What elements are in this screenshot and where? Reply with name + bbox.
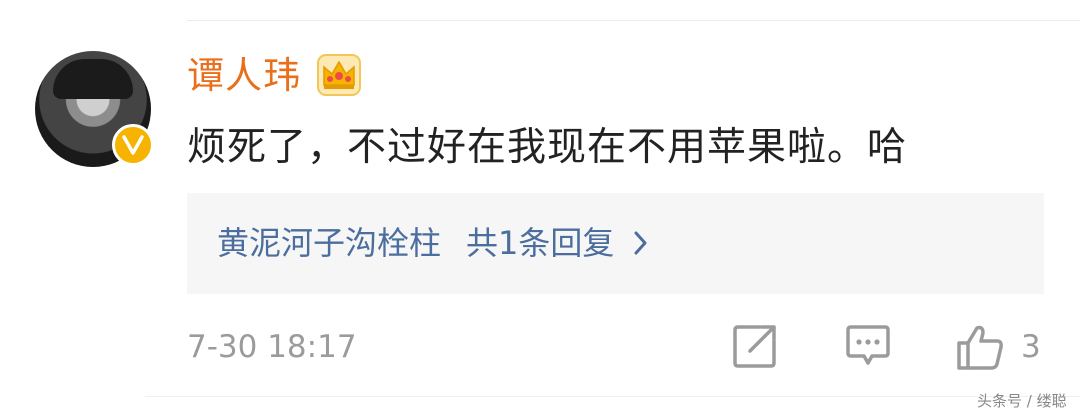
watermark: 头条号 / 缕聪 <box>977 392 1067 410</box>
timestamp: 7-30 18:17 <box>187 329 357 365</box>
verified-icon <box>112 124 154 166</box>
comment-text: 烦死了，不过好在我现在不用苹果啦。哈 <box>187 125 908 170</box>
like-count: 3 <box>1021 329 1041 365</box>
top-divider <box>187 20 1080 21</box>
chevron-right-icon <box>634 231 647 255</box>
like-icon[interactable] <box>955 323 1005 371</box>
reply-link[interactable]: 黄泥河子沟栓柱 共1条回复 <box>217 218 650 268</box>
username[interactable]: 谭人玮 <box>187 52 301 100</box>
comment-icon[interactable] <box>845 323 891 369</box>
avatar-hair <box>53 59 133 99</box>
share-icon[interactable] <box>732 323 778 369</box>
reply-count[interactable]: 共1条回复 <box>466 218 614 268</box>
reply-author[interactable]: 黄泥河子沟栓柱 <box>217 218 441 268</box>
crown-icon <box>317 54 361 96</box>
bottom-divider <box>145 396 1080 397</box>
reply-box[interactable]: 黄泥河子沟栓柱 共1条回复 <box>187 193 1044 294</box>
